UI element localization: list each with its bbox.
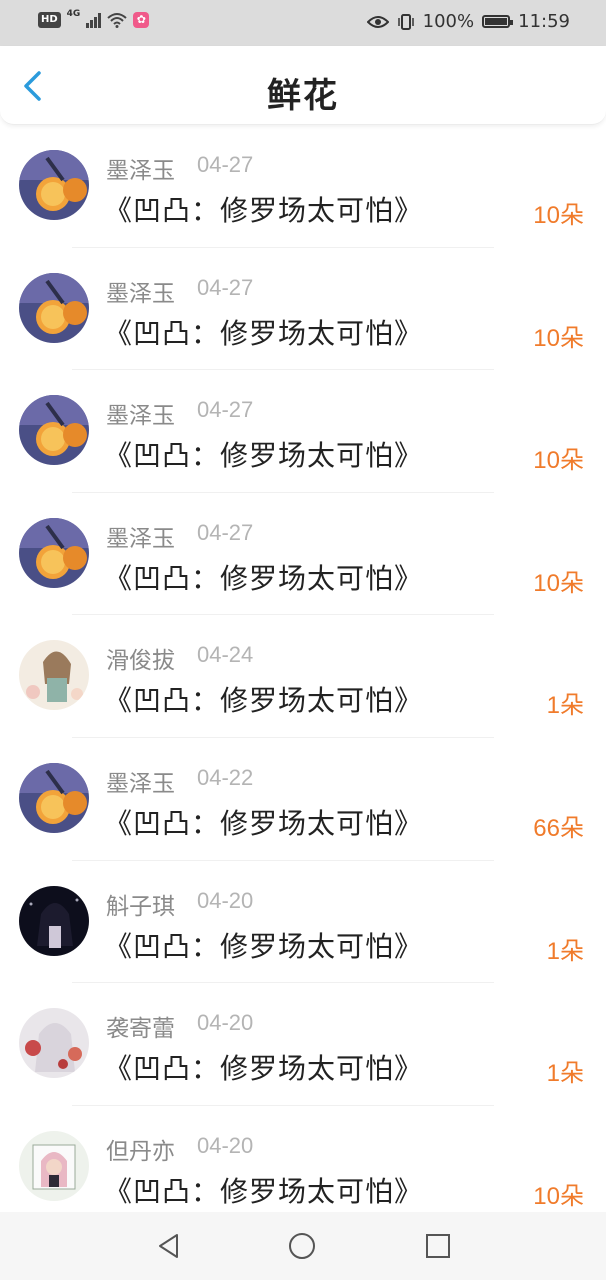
book-title: 《凹凸：修罗场太可怕》 (104, 439, 424, 473)
back-triangle-icon[interactable] (155, 1232, 183, 1260)
avatar[interactable] (19, 395, 89, 466)
avatar[interactable] (19, 1008, 89, 1079)
avatar[interactable] (19, 762, 89, 833)
flower-amount: 1朵 (546, 692, 584, 720)
vibrate-icon (397, 13, 414, 30)
page-title: 鲜花 (267, 76, 339, 116)
home-circle-icon[interactable] (288, 1232, 316, 1260)
flower-amount: 10朵 (533, 202, 584, 229)
record-date: 04-27 (197, 519, 254, 545)
system-nav-bar (0, 1212, 606, 1280)
sender-name: 袭寄蕾 (106, 1016, 175, 1043)
sender-name: 墨泽玉 (106, 280, 175, 307)
record-date: 04-22 (197, 764, 254, 790)
record-date: 04-27 (197, 152, 254, 177)
hd-icon: HD (38, 12, 61, 28)
record-date: 04-27 (197, 274, 254, 300)
book-title: 《凹凸：修罗场太可怕》 (104, 1174, 424, 1208)
book-title: 《凹凸：修罗场太可怕》 (104, 929, 424, 963)
record-date: 04-20 (197, 1132, 254, 1158)
list-item[interactable]: 墨泽玉 04-27 《凹凸：修罗场太可怕》 10朵 (0, 125, 606, 248)
wifi-icon (107, 13, 127, 28)
flower-amount: 10朵 (533, 447, 584, 475)
avatar[interactable] (19, 150, 89, 220)
flower-amount: 10朵 (533, 1182, 584, 1210)
avatar[interactable] (19, 272, 89, 343)
sender-name: 滑俊拔 (106, 648, 175, 675)
book-title: 《凹凸：修罗场太可怕》 (104, 1052, 424, 1086)
record-date: 04-27 (197, 397, 254, 423)
sender-name: 但丹亦 (106, 1138, 175, 1165)
book-title: 《凹凸：修罗场太可怕》 (104, 194, 424, 227)
flower-amount: 1朵 (546, 937, 584, 965)
record-date: 04-20 (197, 1010, 254, 1036)
flower-amount: 66朵 (533, 814, 584, 842)
app-header: 鲜花 (0, 46, 606, 125)
flower-amount: 10朵 (533, 569, 584, 597)
list-item[interactable]: 滑俊拔 04-24 《凹凸：修罗场太可怕》 1朵 (0, 615, 606, 738)
sender-name: 墨泽玉 (106, 403, 175, 430)
battery-percent: 100% (422, 11, 475, 32)
avatar[interactable] (19, 1130, 89, 1201)
battery-icon (482, 15, 514, 28)
list-item[interactable]: 袭寄蕾 04-20 《凹凸：修罗场太可怕》 1朵 (0, 983, 606, 1106)
flower-records-list: 墨泽玉 04-27 《凹凸：修罗场太可怕》 10朵 墨泽玉 04-27 《凹凸：… (0, 125, 606, 1228)
flower-amount: 10朵 (533, 324, 584, 352)
recents-square-icon[interactable] (424, 1232, 452, 1260)
flower-amount: 1朵 (546, 1060, 584, 1088)
book-title: 《凹凸：修罗场太可怕》 (104, 684, 424, 718)
status-left: HD 4G ✿ (38, 9, 150, 28)
list-item[interactable]: 斛子琪 04-20 《凹凸：修罗场太可怕》 1朵 (0, 861, 606, 984)
record-date: 04-20 (197, 887, 254, 913)
list-item[interactable]: 墨泽玉 04-22 《凹凸：修罗场太可怕》 66朵 (0, 738, 606, 861)
avatar[interactable] (19, 640, 89, 711)
avatar[interactable] (19, 885, 89, 956)
sender-name: 斛子琪 (106, 893, 175, 920)
sender-name: 墨泽玉 (106, 525, 175, 552)
list-item[interactable]: 墨泽玉 04-27 《凹凸：修罗场太可怕》 10朵 (0, 370, 606, 493)
book-title: 《凹凸：修罗场太可怕》 (104, 316, 424, 350)
record-date: 04-24 (197, 642, 254, 668)
status-right: 100% 11:59 (366, 11, 570, 32)
sender-name: 墨泽玉 (106, 158, 175, 184)
signal-icon (86, 12, 102, 28)
book-title: 《凹凸：修罗场太可怕》 (104, 806, 424, 840)
avatar[interactable] (19, 517, 89, 588)
sender-name: 墨泽玉 (106, 770, 175, 797)
eye-icon (366, 15, 389, 28)
network-type: 4G (66, 9, 81, 19)
status-bar: HD 4G ✿ 100% 11:59 (0, 0, 606, 46)
list-item[interactable]: 墨泽玉 04-27 《凹凸：修罗场太可怕》 10朵 (0, 493, 606, 616)
book-title: 《凹凸：修罗场太可怕》 (104, 561, 424, 595)
list-item[interactable]: 但丹亦 04-20 《凹凸：修罗场太可怕》 10朵 (0, 1106, 606, 1229)
clock: 11:59 (518, 11, 570, 32)
app-icon: ✿ (133, 12, 150, 28)
list-item[interactable]: 墨泽玉 04-27 《凹凸：修罗场太可怕》 10朵 (0, 248, 606, 371)
